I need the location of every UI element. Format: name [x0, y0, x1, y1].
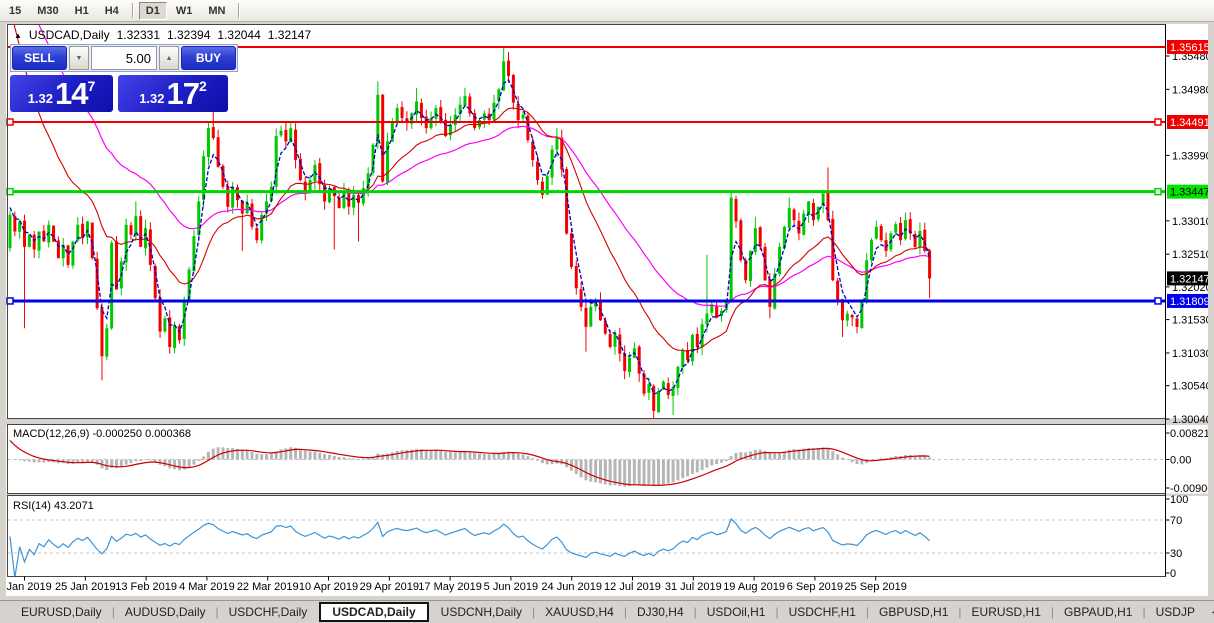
date-axis-label: 12 Jul 2019: [604, 581, 661, 593]
volume-decrease-button[interactable]: ▼: [69, 46, 89, 70]
volume-increase-button[interactable]: ▲: [159, 46, 179, 70]
date-axis-label: 17 May 2019: [418, 581, 482, 593]
macd-axis-label: 0.00: [1170, 455, 1191, 467]
ohlc-open-value: 1.32331: [117, 28, 160, 42]
volume-input[interactable]: [91, 46, 157, 70]
date-axis-label: 25 Jan 2019: [55, 581, 116, 593]
date-axis-label: 10 Apr 2019: [299, 581, 358, 593]
price-axis-label: 1.31030: [1172, 348, 1208, 360]
sell-price-big-digits: 14: [55, 78, 87, 109]
tab-scroll-left-icon[interactable]: ◄: [1204, 607, 1214, 617]
chart-tab-audusd-daily[interactable]: AUDUSD,Daily: [116, 603, 215, 621]
price-axis-label: 1.33990: [1172, 150, 1208, 162]
rsi-axis-label: 100: [1170, 494, 1188, 506]
sell-button[interactable]: SELL: [12, 46, 67, 70]
chart-tab-usdjp[interactable]: USDJP: [1147, 603, 1204, 621]
chart-tab-usdchf-h1[interactable]: USDCHF,H1: [780, 603, 865, 621]
date-axis-label: 13 Feb 2019: [115, 581, 177, 593]
chart-symbol-label: USDCAD,Daily: [29, 28, 110, 42]
ohlc-low-value: 1.32044: [217, 28, 260, 42]
chart-ohlc-header: ▲ USDCAD,Daily 1.32331 1.32394 1.32044 1…: [14, 28, 311, 42]
chart-tab-gbpusd-h1[interactable]: GBPUSD,H1: [870, 603, 957, 621]
chart-tab-usdcnh-daily[interactable]: USDCNH,Daily: [432, 603, 531, 621]
level-price-badge-text: 1.31809: [1170, 296, 1208, 308]
line-anchor-square: [1155, 189, 1161, 195]
date-axis-label: 25 Sep 2019: [845, 581, 907, 593]
buy-price-pip-digit: 2: [199, 78, 207, 94]
spin-down-icon: ▼: [76, 55, 83, 62]
sell-price-pip-digit: 7: [88, 78, 96, 94]
buy-price-big-digits: 17: [167, 78, 199, 109]
date-axis-label: 7 Jan 2019: [6, 581, 52, 593]
level-price-badge-text: 1.35615: [1170, 42, 1208, 54]
chart-area: 1.354801.349801.339901.330101.325101.320…: [0, 0, 1214, 600]
trading-terminal-window: 15M30H1H4D1W1MN 1.354801.349801.339901.3…: [0, 0, 1214, 623]
chart-tab-usdcad-daily[interactable]: USDCAD,Daily: [319, 602, 428, 622]
collapse-triangle-icon[interactable]: ▲: [14, 31, 22, 40]
date-axis-label: 22 Mar 2019: [237, 581, 299, 593]
sell-price-display[interactable]: 1.32 14 7: [10, 75, 113, 112]
sell-price-prefix: 1.32: [28, 91, 53, 106]
level-price-badge-text: 1.34491: [1170, 117, 1208, 129]
date-axis-label: 24 Jun 2019: [541, 581, 602, 593]
date-axis-label: 5 Jun 2019: [484, 581, 538, 593]
price-axis-label: 1.31530: [1172, 315, 1208, 327]
line-anchor-square: [1155, 119, 1161, 125]
rsi-axis-label: 0: [1170, 568, 1176, 580]
buy-price-display[interactable]: 1.32 17 2: [118, 75, 228, 112]
date-axis-label: 19 Aug 2019: [723, 581, 785, 593]
spin-up-icon: ▲: [166, 55, 173, 62]
rsi-axis-label: 70: [1170, 515, 1182, 527]
price-axis-label: 1.33010: [1172, 216, 1208, 228]
trade-controls-row: SELL ▼ ▲ BUY: [10, 44, 238, 72]
line-anchor-square: [1155, 298, 1161, 304]
rsi-title: RSI(14) 43.2071: [13, 500, 94, 512]
chart-tab-eurusd-h1[interactable]: EURUSD,H1: [963, 603, 1050, 621]
macd-title: MACD(12,26,9) -0.000250 0.000368: [13, 428, 191, 440]
price-axis-label: 1.30540: [1172, 381, 1208, 393]
price-axis-label: 1.30040: [1172, 414, 1208, 426]
level-price-badge-text: 1.33447: [1170, 187, 1208, 199]
chart-tab-usdoil-h1[interactable]: USDOil,H1: [698, 603, 775, 621]
current-price-badge-text: 1.32147: [1170, 273, 1208, 285]
date-axis-label: 4 Mar 2019: [179, 581, 235, 593]
chart-tab-eurusd-daily[interactable]: EURUSD,Daily: [12, 603, 111, 621]
date-axis-label: 6 Sep 2019: [787, 581, 843, 593]
ohlc-close-value: 1.32147: [268, 28, 311, 42]
macd-axis-label: 0.008214: [1170, 428, 1208, 440]
rsi-axis-label: 30: [1170, 548, 1182, 560]
price-axis-label: 1.32510: [1172, 249, 1208, 261]
one-click-trading-panel: SELL ▼ ▲ BUY 1.32 14 7 1.32 17 2: [10, 44, 238, 112]
chart-tab-usdchf-daily[interactable]: USDCHF,Daily: [220, 603, 317, 621]
trade-prices-row: 1.32 14 7 1.32 17 2: [10, 75, 238, 112]
date-axis-label: 31 Jul 2019: [665, 581, 722, 593]
ohlc-high-value: 1.32394: [167, 28, 210, 42]
chart-tab-bar: EURUSD,Daily|AUDUSD,Daily|USDCHF,DailyUS…: [0, 600, 1214, 623]
date-axis-label: 29 Apr 2019: [360, 581, 419, 593]
buy-price-prefix: 1.32: [139, 91, 164, 106]
buy-button[interactable]: BUY: [181, 46, 236, 70]
chart-tab-dj30-h4[interactable]: DJ30,H4: [628, 603, 693, 621]
chart-tab-gbpaud-h1[interactable]: GBPAUD,H1: [1055, 603, 1141, 621]
price-axis-label: 1.34980: [1172, 84, 1208, 96]
chart-tab-xauusd-h4[interactable]: XAUUSD,H4: [536, 603, 623, 621]
